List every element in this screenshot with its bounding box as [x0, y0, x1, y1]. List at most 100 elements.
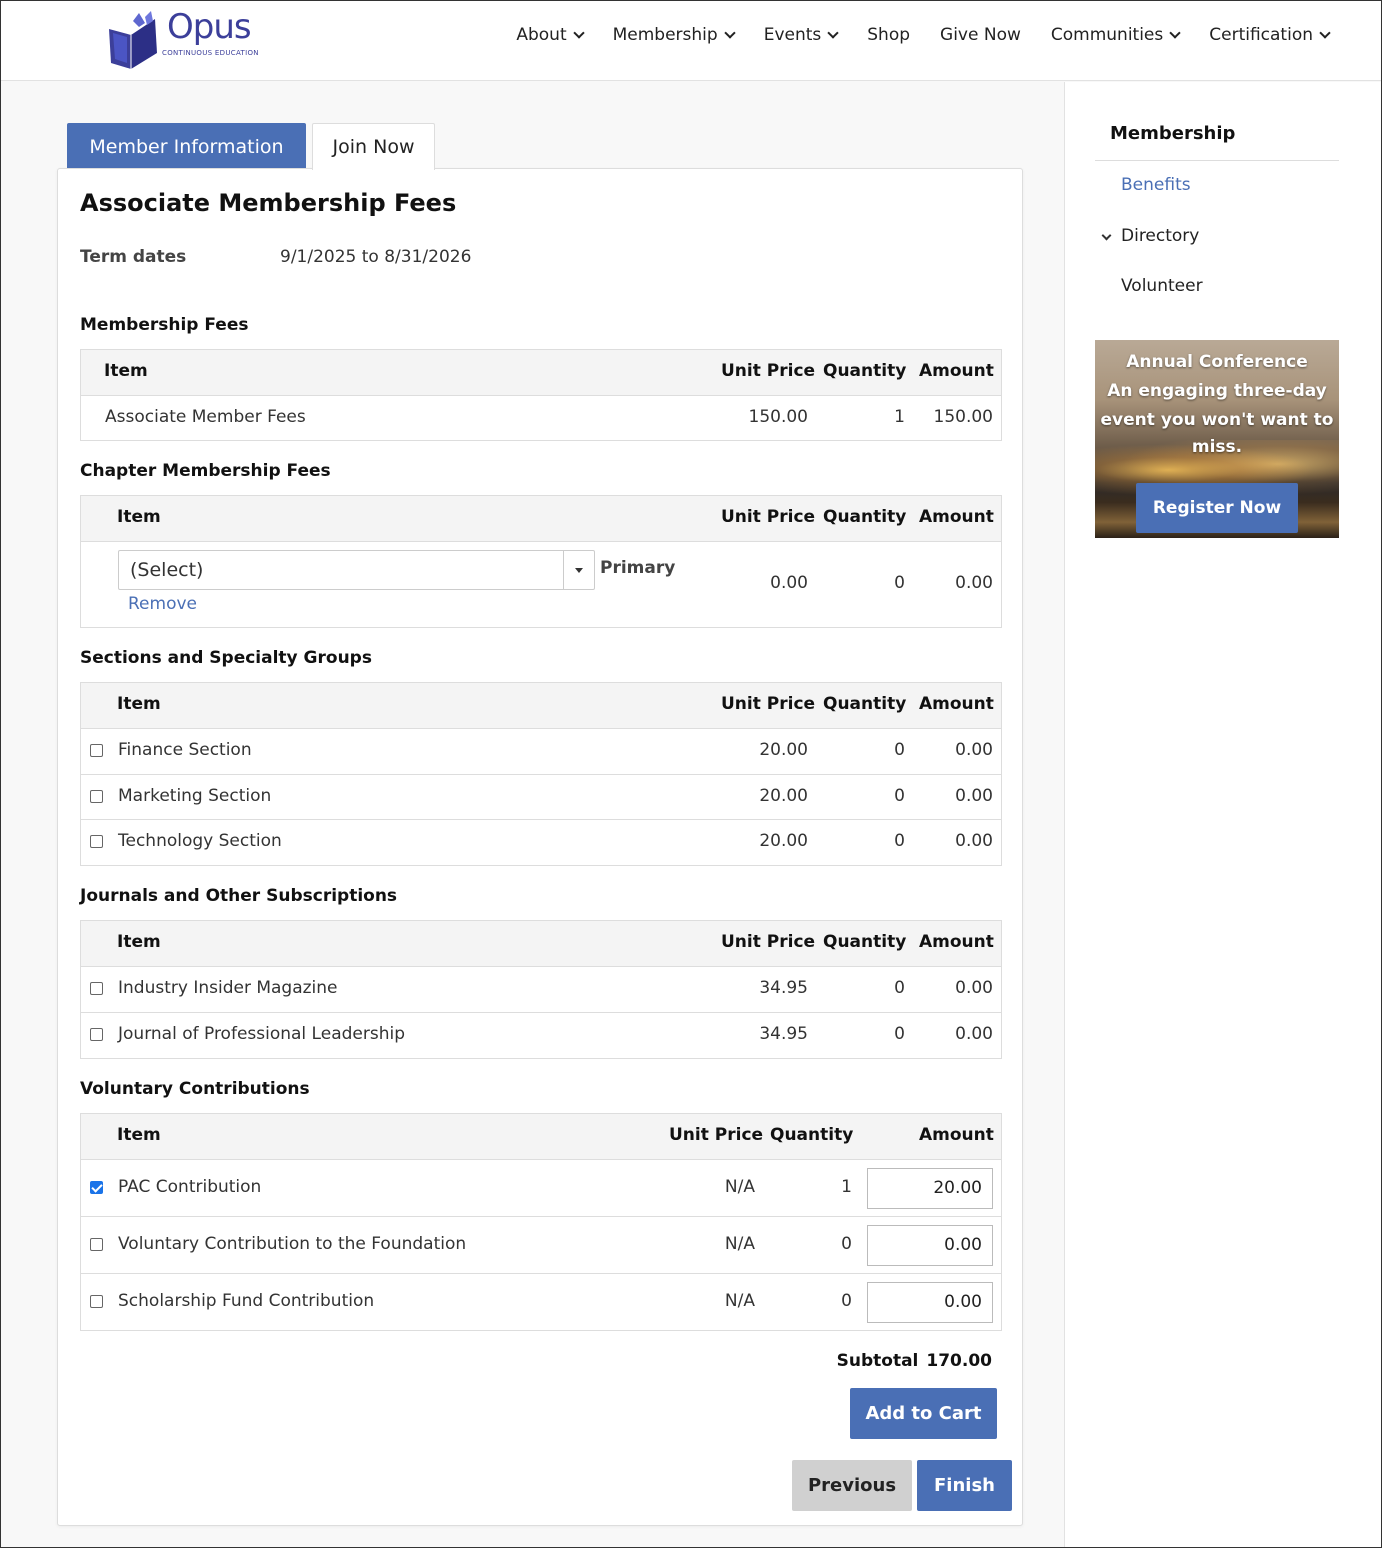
nav-membership[interactable]: Membership — [612, 25, 736, 45]
subtotal-value: 170.00 — [926, 1351, 992, 1371]
item-name: Associate Member Fees — [105, 407, 306, 427]
col-unit-price: Unit Price — [721, 694, 816, 714]
unit-price: 0.00 — [770, 573, 808, 593]
quantity: 0 — [894, 831, 905, 851]
book-logo-icon — [109, 11, 157, 69]
item-name: Voluntary Contribution to the Foundation — [118, 1234, 467, 1254]
chapter-select[interactable]: (Select) — [118, 550, 595, 590]
divider — [1095, 160, 1339, 161]
chevron-down-icon[interactable] — [1101, 230, 1112, 241]
fees-card: Associate Membership Fees Term dates 9/1… — [57, 168, 1023, 1526]
unit-price: 20.00 — [759, 786, 808, 806]
pac-contribution-checkbox[interactable] — [90, 1181, 103, 1194]
industry-insider-checkbox[interactable] — [90, 982, 103, 995]
nav-shop[interactable]: Shop — [867, 25, 910, 45]
foundation-amount-input[interactable]: 0.00 — [867, 1225, 993, 1266]
nav-events[interactable]: Events — [764, 25, 839, 45]
table-row: Technology Section 20.00 0 0.00 — [81, 820, 1001, 865]
table-row: Voluntary Contribution to the Foundation… — [81, 1217, 1001, 1274]
add-to-cart-button[interactable]: Add to Cart — [850, 1388, 997, 1439]
col-item: Item — [117, 932, 161, 952]
promo-text: Annual Conference An engaging three-day … — [1095, 348, 1339, 462]
remove-link[interactable]: Remove — [128, 594, 197, 614]
col-unit-price: Unit Price — [669, 1125, 764, 1145]
previous-button[interactable]: Previous — [792, 1460, 912, 1511]
nav-give-now[interactable]: Give Now — [940, 25, 1021, 45]
table-row: PAC Contribution N/A 1 20.00 — [81, 1160, 1001, 1217]
item-name: Finance Section — [118, 740, 252, 760]
tab-member-information[interactable]: Member Information — [67, 123, 306, 170]
nav-label: Give Now — [940, 25, 1021, 45]
amount: 0.00 — [955, 831, 993, 851]
register-now-button[interactable]: Register Now — [1136, 483, 1298, 533]
promo-line: miss. — [1191, 437, 1243, 457]
chevron-down-icon — [724, 27, 736, 39]
membership-fees-table: Item Unit Price Quantity Amount Associat… — [80, 349, 1002, 441]
col-unit-price: Unit Price — [721, 507, 816, 527]
col-quantity: Quantity — [823, 361, 907, 381]
quantity: 1 — [894, 407, 905, 427]
table-row: Associate Member Fees 150.00 1 150.00 — [81, 396, 1001, 440]
promo-headline: Annual Conference — [1126, 352, 1308, 372]
tab-join-now[interactable]: Join Now — [312, 123, 435, 170]
unit-price: N/A — [724, 1291, 755, 1311]
sidebar-item-benefits[interactable]: Benefits — [1121, 175, 1191, 195]
table-row: Finance Section 20.00 0 0.00 — [81, 729, 1001, 775]
logo-tagline: CONTINUOUS EDUCATION — [162, 49, 259, 57]
foundation-contribution-checkbox[interactable] — [90, 1238, 103, 1251]
select-value: (Select) — [130, 559, 204, 581]
item-name: Journal of Professional Leadership — [118, 1024, 405, 1044]
nav-certification[interactable]: Certification — [1209, 25, 1331, 45]
promo-line: event you won't want to — [1100, 410, 1334, 430]
sidebar-item-volunteer[interactable]: Volunteer — [1121, 276, 1203, 296]
contributions-title: Voluntary Contributions — [80, 1079, 310, 1099]
nav-communities[interactable]: Communities — [1051, 25, 1181, 45]
nav-label: Certification — [1209, 25, 1313, 45]
unit-price: 150.00 — [748, 407, 808, 427]
scholarship-contribution-checkbox[interactable] — [90, 1295, 103, 1308]
site-header: Opus CONTINUOUS EDUCATION About Membersh… — [1, 1, 1381, 81]
journals-table: Item Unit Price Quantity Amount Industry… — [80, 920, 1002, 1059]
amount: 150.00 — [933, 407, 993, 427]
pac-amount-input[interactable]: 20.00 — [867, 1168, 993, 1209]
table-row: Marketing Section 20.00 0 0.00 — [81, 775, 1001, 820]
amount: 0.00 — [955, 740, 993, 760]
primary-label: Primary — [600, 558, 676, 578]
col-amount: Amount — [919, 694, 994, 714]
scholarship-amount-input[interactable]: 0.00 — [867, 1282, 993, 1323]
quantity: 0 — [894, 978, 905, 998]
journal-leadership-checkbox[interactable] — [90, 1028, 103, 1041]
quantity: 0 — [894, 1024, 905, 1044]
col-item: Item — [117, 694, 161, 714]
chevron-down-icon — [1169, 27, 1181, 39]
sidebar-item-directory[interactable]: Directory — [1121, 226, 1199, 246]
unit-price: 20.00 — [759, 740, 808, 760]
unit-price: 34.95 — [759, 1024, 808, 1044]
chevron-down-icon — [572, 27, 585, 39]
term-dates-label: Term dates — [80, 247, 187, 267]
dropdown-arrow-icon[interactable] — [563, 551, 594, 589]
chapter-fees-table: Item Unit Price Quantity Amount (Select)… — [80, 495, 1002, 628]
opus-logo[interactable]: Opus CONTINUOUS EDUCATION — [105, 7, 265, 71]
col-quantity: Quantity — [823, 932, 907, 952]
main-nav: About Membership Events Shop Give Now Co… — [486, 25, 1331, 45]
amount: 0.00 — [955, 786, 993, 806]
col-item: Item — [117, 507, 161, 527]
technology-section-checkbox[interactable] — [90, 835, 103, 848]
col-amount: Amount — [919, 507, 994, 527]
item-name: Scholarship Fund Contribution — [118, 1291, 375, 1311]
item-name: Technology Section — [118, 831, 282, 851]
table-row: Industry Insider Magazine 34.95 0 0.00 — [81, 967, 1001, 1013]
table-row: Scholarship Fund Contribution N/A 0 0.00 — [81, 1274, 1001, 1330]
marketing-section-checkbox[interactable] — [90, 790, 103, 803]
subtotal-label: Subtotal — [836, 1351, 919, 1371]
nav-label: Membership — [612, 25, 718, 45]
col-amount: Amount — [919, 1125, 994, 1145]
nav-about[interactable]: About — [516, 25, 585, 45]
finance-section-checkbox[interactable] — [90, 744, 103, 757]
unit-price: 20.00 — [759, 831, 808, 851]
item-name: PAC Contribution — [118, 1177, 262, 1197]
logo-wordmark: Opus — [167, 7, 252, 47]
finish-button[interactable]: Finish — [917, 1460, 1012, 1511]
sidebar-title: Membership — [1110, 123, 1236, 144]
